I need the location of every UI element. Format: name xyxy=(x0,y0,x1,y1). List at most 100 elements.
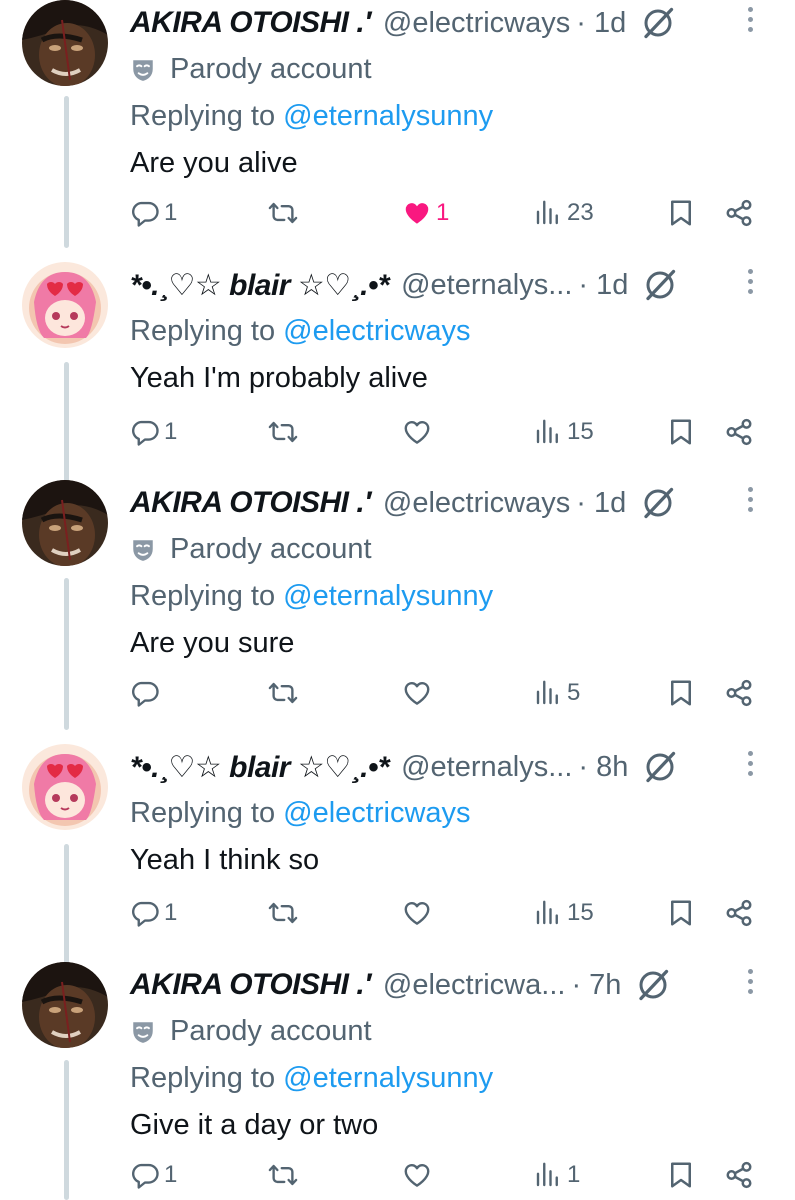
author-name[interactable]: *•.¸♡☆ blair ☆♡¸.•* xyxy=(130,268,390,303)
thread-line xyxy=(64,578,69,730)
reply-button[interactable]: 1 xyxy=(130,193,177,233)
more-icon[interactable] xyxy=(745,266,755,300)
grok-icon[interactable] xyxy=(642,267,678,303)
replying-prefix: Replying to xyxy=(130,580,276,612)
like-button[interactable] xyxy=(402,893,436,933)
more-icon[interactable] xyxy=(745,966,755,1000)
grok-icon[interactable] xyxy=(642,749,678,785)
like-icon xyxy=(402,678,432,708)
like-button[interactable] xyxy=(402,673,436,713)
share-button[interactable] xyxy=(724,412,754,452)
author-handle[interactable]: @eternalys... xyxy=(401,751,572,784)
tweet-actions: 1 1 23 xyxy=(130,193,775,233)
author-handle[interactable]: @electricwa... xyxy=(383,969,566,1002)
timestamp[interactable]: · 1d xyxy=(576,7,626,40)
replying-prefix: Replying to xyxy=(130,315,276,347)
avatar[interactable] xyxy=(22,262,108,348)
avatar[interactable] xyxy=(22,480,108,566)
reply-button[interactable] xyxy=(130,673,164,713)
share-button[interactable] xyxy=(724,893,754,933)
repost-button[interactable] xyxy=(268,1155,302,1195)
views-icon xyxy=(533,678,563,708)
replying-to-link[interactable]: @eternalysunny xyxy=(283,580,493,612)
timestamp[interactable]: · 8h xyxy=(578,751,628,784)
like-button[interactable]: 1 xyxy=(402,193,449,233)
bookmark-button[interactable] xyxy=(666,673,696,713)
replying-to-link[interactable]: @eternalysunny xyxy=(283,100,493,132)
replying-to: Replying to @electricways xyxy=(130,308,775,355)
bookmark-button[interactable] xyxy=(666,1155,696,1195)
views-button[interactable]: 23 xyxy=(533,193,594,233)
grok-icon[interactable] xyxy=(640,485,676,521)
replying-to-link[interactable]: @eternalysunny xyxy=(283,1062,493,1094)
repost-button[interactable] xyxy=(268,893,302,933)
share-button[interactable] xyxy=(724,1155,754,1195)
share-icon xyxy=(724,678,754,708)
share-button[interactable] xyxy=(724,673,754,713)
tweet-text: Yeah I'm probably alive xyxy=(130,362,428,394)
parody-mask-icon xyxy=(130,57,156,83)
bookmark-button[interactable] xyxy=(666,412,696,452)
avatar[interactable] xyxy=(22,0,108,86)
bookmark-icon xyxy=(666,1160,696,1190)
like-button[interactable] xyxy=(402,412,436,452)
repost-button[interactable] xyxy=(268,412,302,452)
replying-to-link[interactable]: @electricways xyxy=(283,315,470,347)
like-icon xyxy=(402,1160,432,1190)
grok-icon[interactable] xyxy=(635,967,671,1003)
tweet-content: AKIRA OTOISHI .′ @electricways · 1d Paro… xyxy=(130,0,775,187)
repost-icon xyxy=(268,1160,298,1190)
share-button[interactable] xyxy=(724,193,754,233)
author-handle[interactable]: @eternalys... xyxy=(401,269,572,302)
like-icon xyxy=(402,417,432,447)
bookmark-button[interactable] xyxy=(666,893,696,933)
avatar[interactable] xyxy=(22,744,108,830)
parody-mask-icon xyxy=(130,1019,156,1045)
parody-label: Parody account xyxy=(130,526,775,573)
author-name[interactable]: *•.¸♡☆ blair ☆♡¸.•* xyxy=(130,750,390,785)
parody-label: Parody account xyxy=(130,1008,775,1055)
repost-button[interactable] xyxy=(268,193,302,233)
like-count: 1 xyxy=(436,199,450,226)
more-icon[interactable] xyxy=(745,748,755,782)
timestamp[interactable]: · 1d xyxy=(576,487,626,520)
views-button[interactable]: 1 xyxy=(533,1155,580,1195)
timestamp[interactable]: · 1d xyxy=(578,269,628,302)
author-name[interactable]: AKIRA OTOISHI .′ xyxy=(130,6,371,40)
more-icon[interactable] xyxy=(745,4,755,38)
bookmark-icon xyxy=(666,898,696,928)
repost-icon xyxy=(268,898,298,928)
author-handle[interactable]: @electricways xyxy=(383,7,570,40)
more-icon[interactable] xyxy=(745,484,755,518)
views-button[interactable]: 15 xyxy=(533,412,594,452)
reply-button[interactable]: 1 xyxy=(130,1155,177,1195)
like-icon xyxy=(402,898,432,928)
views-button[interactable]: 15 xyxy=(533,893,594,933)
replying-to: Replying to @electricways xyxy=(130,790,775,837)
reply-icon xyxy=(130,417,160,447)
thread-line xyxy=(64,844,69,966)
author-handle[interactable]: @electricways xyxy=(383,487,570,520)
tweet-header: AKIRA OTOISHI .′ @electricways · 1d xyxy=(130,0,775,46)
views-button[interactable]: 5 xyxy=(533,673,580,713)
reply-button[interactable]: 1 xyxy=(130,412,177,452)
grok-icon[interactable] xyxy=(640,5,676,41)
avatar[interactable] xyxy=(22,962,108,1048)
bookmark-button[interactable] xyxy=(666,193,696,233)
share-icon xyxy=(724,898,754,928)
reply-icon xyxy=(130,678,160,708)
replying-prefix: Replying to xyxy=(130,100,276,132)
views-icon xyxy=(533,198,563,228)
timestamp[interactable]: · 7h xyxy=(571,969,621,1002)
repost-button[interactable] xyxy=(268,673,302,713)
author-name[interactable]: AKIRA OTOISHI .′ xyxy=(130,968,371,1002)
reply-icon xyxy=(130,198,160,228)
author-name[interactable]: AKIRA OTOISHI .′ xyxy=(130,486,371,520)
replying-prefix: Replying to xyxy=(130,1062,276,1094)
like-button[interactable] xyxy=(402,1155,436,1195)
share-icon xyxy=(724,198,754,228)
reply-button[interactable]: 1 xyxy=(130,893,177,933)
parody-label-text: Parody account xyxy=(170,1015,372,1047)
views-count: 1 xyxy=(567,1161,581,1188)
replying-to-link[interactable]: @electricways xyxy=(283,797,470,829)
